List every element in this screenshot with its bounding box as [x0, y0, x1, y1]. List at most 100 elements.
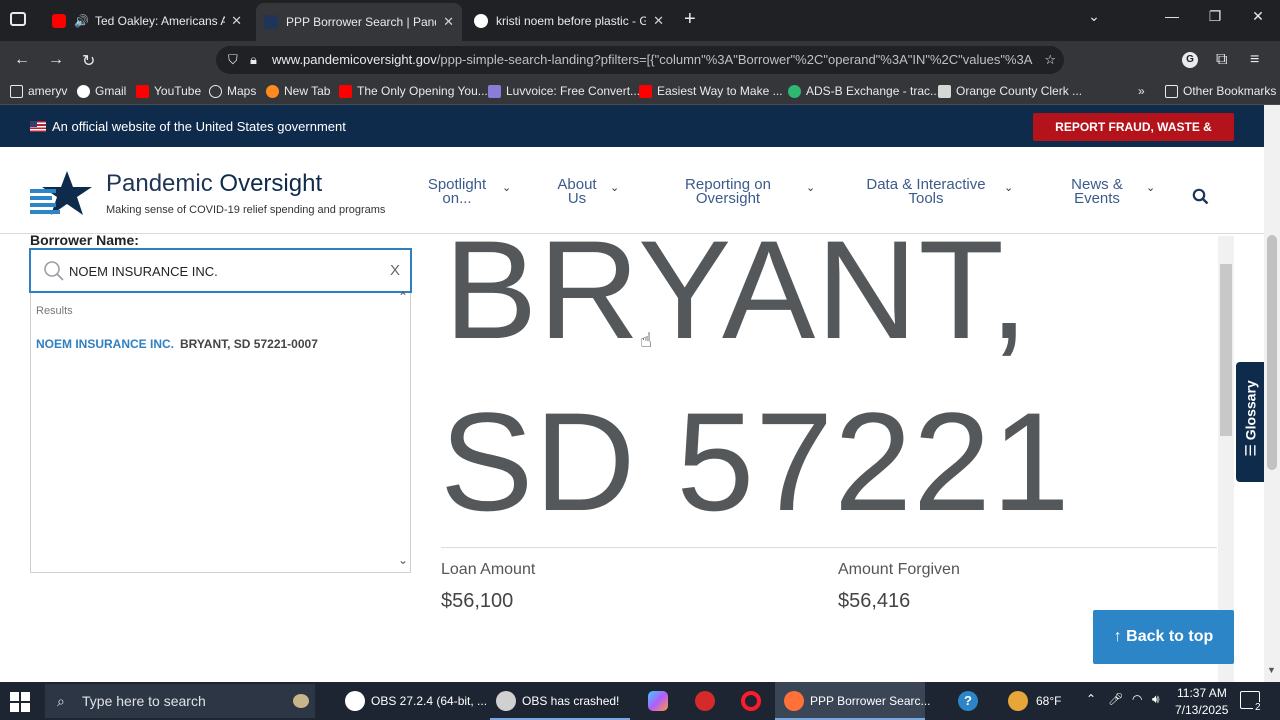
bookmark-youtube[interactable]: YouTube [136, 84, 201, 98]
forward-arrow-icon[interactable]: → [48, 51, 64, 69]
bookmark-label: Maps [227, 84, 257, 98]
microphone-icon[interactable]: 🎤︎ [1108, 692, 1123, 706]
search-icon [44, 261, 64, 281]
windows-start-icon[interactable] [10, 692, 30, 712]
pandemic-oversight-favicon-icon [264, 15, 278, 29]
nav-label: Us [567, 190, 587, 207]
tab-ppp-search[interactable]: PPP Borrower Search | Pandemic ✕ [256, 3, 462, 41]
page-scrollbar[interactable]: ▼ [1264, 105, 1280, 682]
weather-icon[interactable] [1008, 691, 1028, 711]
bookmark-orange-county[interactable]: Orange County Clerk ... [938, 84, 1082, 98]
report-fraud-button[interactable]: REPORT FRAUD, WASTE & ABUSE [1033, 113, 1234, 162]
tab-search-chevron-icon[interactable]: ⌄ [1074, 8, 1114, 25]
minimize-icon[interactable]: — [1152, 8, 1192, 24]
weather-temperature[interactable]: 68°F [1036, 694, 1061, 708]
borrower-search-input[interactable] [69, 262, 369, 280]
bookmark-luvvoice[interactable]: Luvvoice: Free Convert... [488, 84, 640, 98]
grammarly-extension-icon[interactable]: G [1182, 52, 1198, 68]
bookmark-new-tab[interactable]: New Tab [266, 84, 330, 98]
bookmark-adsb[interactable]: ADS-B Exchange - trac... [788, 84, 940, 98]
url-bar[interactable]: ⛉ 🔒︎ www.pandemicoversight.gov/ppp-simpl… [216, 46, 1064, 74]
red-app-icon[interactable] [695, 691, 715, 711]
nav-reporting[interactable]: Reporting on Oversight ⌄ [678, 177, 815, 206]
opera-icon[interactable] [741, 691, 761, 711]
tray-chevron-up-icon[interactable]: ⌃ [1086, 692, 1096, 706]
address-toolbar: ← → ↻ ⛉ 🔒︎ www.pandemicoversight.gov/ppp… [0, 41, 1280, 79]
taskbar-app-label: PPP Borrower Searc... [810, 694, 931, 708]
content-scrollbar-thumb[interactable] [1220, 264, 1232, 436]
taskbar-app-firefox[interactable]: PPP Borrower Searc... [775, 682, 931, 720]
new-tab-icon[interactable]: + [684, 8, 696, 31]
help-icon[interactable]: ? [958, 691, 978, 711]
bookmark-label: ADS-B Exchange - trac... [806, 84, 941, 98]
amount-forgiven-value: $56,416 [838, 590, 911, 612]
scroll-up-arrow-icon[interactable]: ⌃ [398, 290, 408, 304]
glossary-tab[interactable]: ☰ Glossary [1236, 362, 1264, 482]
results-scrollbar[interactable]: ⌃ ⌄ [394, 290, 410, 572]
tab-ted-oakley[interactable]: 🔊 Ted Oakley: Americans Are ✕ [44, 6, 250, 36]
volume-icon[interactable]: 🔊︎ [1152, 692, 1160, 707]
list-icon: ☰ [1242, 440, 1259, 457]
lock-icon: 🔒︎ [250, 52, 257, 67]
tab-list-icon[interactable] [10, 12, 26, 26]
clock-time[interactable]: 11:37 AM [1177, 686, 1227, 700]
bookmark-label: Luvvoice: Free Convert... [506, 84, 641, 98]
page-scrollbar-thumb[interactable] [1267, 235, 1277, 470]
menu-icon[interactable]: ≡ [1250, 51, 1259, 69]
close-tab-icon[interactable]: ✕ [231, 13, 242, 29]
bookmark-only-opening[interactable]: The Only Opening You... [339, 84, 488, 98]
scroll-down-arrow-icon[interactable]: ⌄ [398, 553, 408, 567]
bookmark-star-icon[interactable]: ☆ [1040, 46, 1056, 74]
bookmark-gmail[interactable]: Gmail [77, 84, 126, 98]
taskbar-app-label: OBS 27.2.4 (64-bit, ... [371, 694, 488, 708]
borrower-state-zip: SD 57221 [440, 383, 1071, 540]
luvvoice-icon [488, 84, 501, 98]
nav-news-events[interactable]: News & Events ⌄ [1066, 177, 1155, 206]
more-bookmarks-chevron-icon[interactable]: » [1138, 84, 1145, 98]
wifi-icon[interactable]: ◠ [1132, 692, 1142, 706]
nav-spotlight[interactable]: Spotlight on... ⌄ [422, 177, 511, 207]
loan-amount-label: Loan Amount [441, 561, 536, 578]
tab-google-search[interactable]: kristi noem before plastic - Goo ✕ [466, 6, 672, 36]
bookmark-ameryv[interactable]: ameryv [10, 84, 67, 98]
maximize-icon[interactable]: ❐ [1195, 8, 1235, 25]
nav-label: Tools [908, 190, 944, 207]
back-arrow-icon[interactable]: ← [14, 51, 30, 69]
google-favicon-icon [474, 14, 488, 28]
reload-icon[interactable]: ↻ [82, 51, 95, 71]
search-result-item[interactable]: NOEM INSURANCE INC. BRYANT, SD 57221-0007 [36, 337, 318, 351]
close-window-icon[interactable]: ✕ [1238, 8, 1278, 25]
chevron-down-icon: ⌄ [1004, 182, 1014, 194]
copilot-icon[interactable] [648, 691, 668, 711]
close-tab-icon[interactable]: ✕ [653, 13, 664, 29]
shield-icon: ⛉ [228, 52, 238, 67]
pandemic-oversight-logo-icon[interactable] [30, 169, 96, 219]
taskbar-app-obs-crashed[interactable]: OBS has crashed! [490, 682, 630, 720]
nav-about[interactable]: About Us ⌄ [552, 177, 619, 207]
youtube-icon [136, 84, 149, 98]
scroll-down-arrow-icon[interactable]: ▼ [1267, 665, 1276, 675]
browser-tab-bar: 🔊 Ted Oakley: Americans Are ✕ PPP Borrow… [0, 0, 1280, 41]
clock-date[interactable]: 7/13/2025 [1175, 703, 1228, 717]
borrower-search-box[interactable]: X [29, 248, 412, 293]
result-location: BRYANT, SD 57221-0007 [180, 337, 318, 351]
search-icon[interactable] [1192, 188, 1209, 205]
firefox-icon [784, 691, 804, 711]
logo-title[interactable]: Pandemic Oversight [106, 170, 322, 198]
nav-label: on... [442, 190, 472, 207]
extensions-icon[interactable]: ⧉ [1216, 51, 1227, 69]
adsb-icon [788, 84, 801, 98]
close-tab-icon[interactable]: ✕ [443, 14, 454, 30]
taskbar-search-box[interactable]: ⌕ Type here to search [45, 684, 315, 718]
logo-tagline: Making sense of COVID-19 relief spending… [106, 204, 386, 216]
bookmark-other[interactable]: Other Bookmarks [1165, 84, 1276, 98]
bookmark-label: New Tab [284, 84, 331, 98]
bookmark-maps[interactable]: Maps [209, 84, 256, 98]
taskbar-app-obs[interactable]: OBS 27.2.4 (64-bit, ... [337, 682, 487, 720]
back-to-top-button[interactable]: ↑ Back to top [1093, 610, 1234, 664]
bookmark-label: The Only Opening You... [357, 84, 488, 98]
nav-data-tools[interactable]: Data & Interactive Tools ⌄ [862, 177, 1013, 207]
clear-search-button[interactable]: X [390, 262, 400, 279]
back-to-top-label: Back to top [1126, 628, 1214, 645]
bookmark-easiest-way[interactable]: Easiest Way to Make ... [639, 84, 783, 98]
